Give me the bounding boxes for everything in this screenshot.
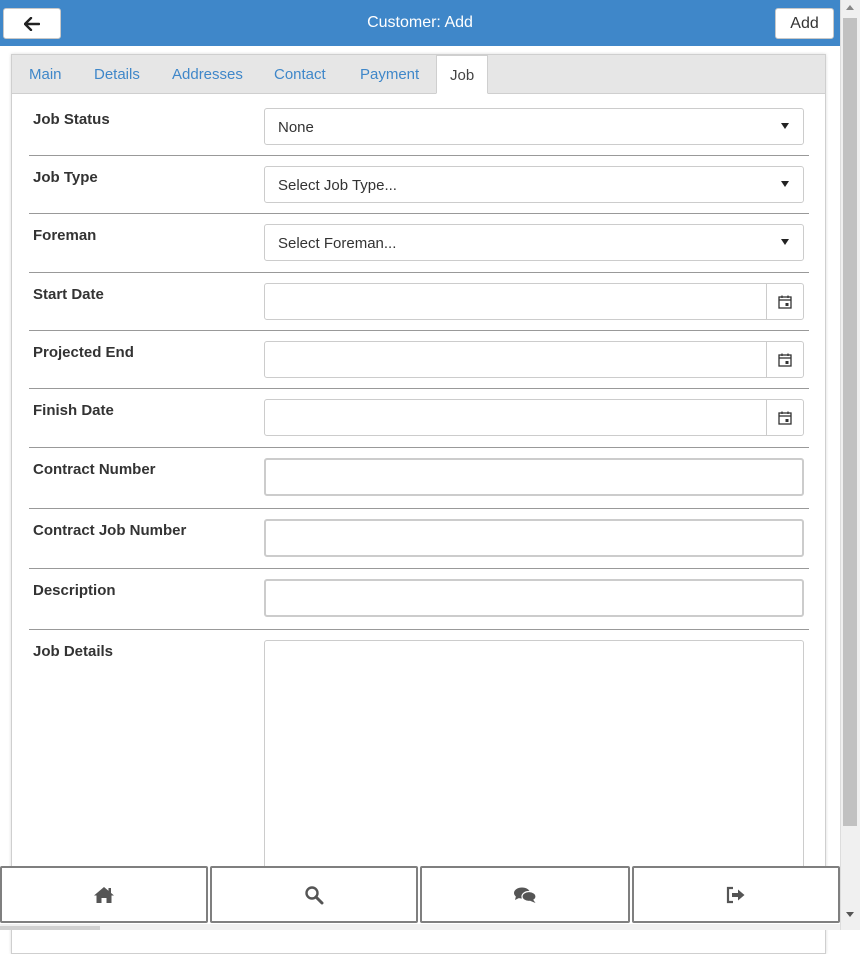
horizontal-scrollbar[interactable] — [0, 924, 840, 930]
projected-end-input[interactable] — [265, 342, 767, 377]
finish-date-field — [264, 399, 804, 436]
divider — [29, 272, 809, 273]
chat-icon — [514, 887, 537, 903]
divider — [29, 330, 809, 331]
start-date-label: Start Date — [33, 286, 104, 303]
job-status-select[interactable]: None — [264, 108, 804, 145]
description-label: Description — [33, 582, 116, 599]
tab-contact[interactable]: Contact — [274, 55, 326, 93]
calendar-icon — [778, 353, 792, 367]
start-date-field — [264, 283, 804, 320]
divider — [29, 629, 809, 630]
contract-job-number-label: Contract Job Number — [33, 522, 187, 539]
calendar-icon — [778, 411, 792, 425]
home-button[interactable] — [0, 866, 208, 923]
caret-down-icon — [781, 239, 789, 245]
calendar-icon — [778, 295, 792, 309]
job-type-select[interactable]: Select Job Type... — [264, 166, 804, 203]
scroll-thumb[interactable] — [843, 18, 857, 826]
job-status-label: Job Status — [33, 111, 110, 128]
finish-date-input[interactable] — [265, 400, 767, 435]
finish-date-calendar-button[interactable] — [766, 400, 803, 435]
divider — [29, 388, 809, 389]
job-type-label: Job Type — [33, 169, 98, 186]
tab-main[interactable]: Main — [29, 55, 62, 93]
tab-payment[interactable]: Payment — [360, 55, 419, 93]
app-header: Customer: Add Add — [0, 0, 840, 46]
job-type-value: Select Job Type... — [278, 177, 397, 194]
start-date-input[interactable] — [265, 284, 767, 319]
foreman-value: Select Foreman... — [278, 235, 397, 252]
home-icon — [94, 886, 114, 903]
contract-number-label: Contract Number — [33, 461, 156, 478]
caret-down-icon — [781, 181, 789, 187]
tab-bar: Main Details Addresses Contact Payment J… — [12, 55, 825, 94]
caret-down-icon — [781, 123, 789, 129]
scroll-up-icon[interactable] — [846, 5, 854, 10]
divider — [29, 568, 809, 569]
finish-date-label: Finish Date — [33, 402, 114, 419]
scroll-down-icon[interactable] — [846, 912, 854, 917]
start-date-calendar-button[interactable] — [766, 284, 803, 319]
add-button[interactable]: Add — [775, 8, 834, 39]
foreman-label: Foreman — [33, 227, 97, 244]
sign-out-button[interactable] — [632, 866, 840, 923]
description-input[interactable] — [264, 579, 804, 617]
sign-out-icon — [726, 886, 745, 903]
horizontal-scroll-thumb[interactable] — [0, 926, 100, 930]
divider — [29, 155, 809, 156]
job-status-value: None — [278, 119, 314, 136]
projected-end-label: Projected End — [33, 344, 134, 361]
tab-addresses[interactable]: Addresses — [172, 55, 243, 93]
search-button[interactable] — [210, 866, 418, 923]
job-details-textarea[interactable] — [264, 640, 804, 880]
search-icon — [305, 885, 324, 904]
contract-job-number-input[interactable] — [264, 519, 804, 557]
chat-button[interactable] — [420, 866, 630, 923]
projected-end-field — [264, 341, 804, 378]
job-details-label: Job Details — [33, 643, 114, 660]
divider — [29, 447, 809, 448]
tab-details[interactable]: Details — [94, 55, 140, 93]
divider — [29, 508, 809, 509]
contract-number-input[interactable] — [264, 458, 804, 496]
foreman-select[interactable]: Select Foreman... — [264, 224, 804, 261]
projected-end-calendar-button[interactable] — [766, 342, 803, 377]
vertical-scrollbar[interactable] — [840, 0, 860, 930]
bottom-nav — [0, 866, 840, 924]
page-title: Customer: Add — [367, 14, 473, 31]
divider — [29, 213, 809, 214]
tab-job[interactable]: Job — [436, 55, 489, 94]
